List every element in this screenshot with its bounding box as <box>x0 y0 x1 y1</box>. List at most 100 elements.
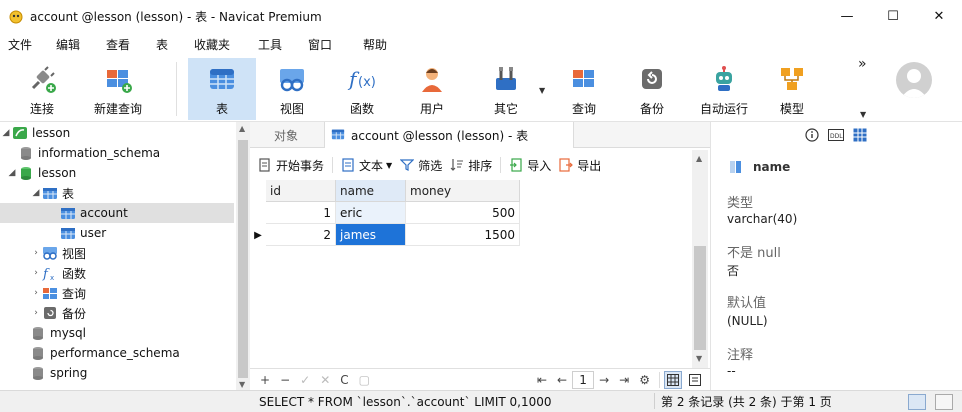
tree-connection-lesson[interactable]: ◢ lesson <box>0 123 234 143</box>
grid-view-icon[interactable] <box>664 370 682 389</box>
tree-db-spring[interactable]: spring <box>0 363 234 383</box>
apply-changes-button[interactable]: ✓ <box>300 373 310 387</box>
backup-button[interactable]: 备份 <box>624 58 680 120</box>
tree-db-mysql[interactable]: mysql <box>0 323 234 343</box>
collapse-icon[interactable]: ◢ <box>30 188 42 198</box>
layout-right-icon[interactable] <box>935 394 953 410</box>
cell-money[interactable]: 500 <box>406 202 520 224</box>
delete-record-button[interactable]: − <box>280 373 290 387</box>
menu-window[interactable]: 窗口 <box>308 36 332 53</box>
query-button[interactable]: 查询 <box>556 58 612 120</box>
tree-group-tables[interactable]: ◢ 表 <box>0 183 234 203</box>
stop-button[interactable]: ▢ <box>359 373 370 387</box>
table-row[interactable]: 1 eric 500 <box>250 202 520 224</box>
avatar[interactable] <box>896 62 932 98</box>
last-page-button[interactable]: ⇥ <box>619 373 629 387</box>
import-button[interactable]: 导入 <box>509 157 551 174</box>
tree-scrollbar[interactable]: ▲ ▼ <box>236 122 250 392</box>
database-icon <box>30 365 46 381</box>
cell-name[interactable]: eric <box>336 202 406 224</box>
expand-icon[interactable]: › <box>30 248 42 258</box>
model-button[interactable]: 模型 <box>764 58 820 120</box>
tree-table-user[interactable]: user <box>0 223 234 243</box>
menu-favorites[interactable]: 收藏夹 <box>194 36 230 53</box>
view-button[interactable]: 视图 <box>264 58 320 120</box>
tree-group-views[interactable]: › 视图 <box>0 243 234 263</box>
other-button[interactable]: 其它 <box>478 58 534 120</box>
user-button[interactable]: 用户 <box>404 58 460 120</box>
function-button[interactable]: f (x) 函数 <box>334 58 390 120</box>
column-header-name[interactable]: name <box>336 180 406 202</box>
grid-header: id name money <box>250 180 520 202</box>
more-tools-button[interactable]: » <box>858 56 867 72</box>
begin-transaction-button[interactable]: 开始事务 <box>258 157 324 174</box>
menu-help[interactable]: 帮助 <box>363 36 387 53</box>
sort-button[interactable]: 排序 <box>450 157 492 174</box>
info-icon[interactable] <box>801 126 823 144</box>
tab-account-table[interactable]: account @lesson (lesson) - 表 <box>324 122 574 148</box>
scroll-down-icon[interactable]: ▼ <box>696 354 702 363</box>
cell-name[interactable]: james <box>336 224 406 246</box>
connect-button[interactable]: 连接 <box>14 58 70 120</box>
tree-db-lesson[interactable]: ◢ lesson <box>0 163 234 183</box>
menu-view[interactable]: 查看 <box>106 36 130 53</box>
grid-scrollbar[interactable]: ▲ ▼ <box>692 150 708 368</box>
new-query-button[interactable]: 新建查询 <box>88 58 148 120</box>
scroll-down-icon[interactable]: ▼ <box>239 380 245 389</box>
menu-tools[interactable]: 工具 <box>258 36 282 53</box>
menu-edit[interactable]: 编辑 <box>56 36 80 53</box>
tree-scroll-thumb[interactable] <box>238 140 248 378</box>
column-header-money[interactable]: money <box>406 180 520 202</box>
collapse-icon[interactable]: ◢ <box>6 168 18 178</box>
backup-icon <box>635 62 669 96</box>
ddl-icon[interactable]: DDL <box>825 126 847 144</box>
current-row-indicator-icon[interactable]: ▶ <box>250 224 266 246</box>
tree-table-account[interactable]: account <box>0 203 234 223</box>
tree-db-information-schema[interactable]: information_schema <box>0 143 234 163</box>
discard-changes-button[interactable]: ✕ <box>320 373 330 387</box>
page-number-input[interactable]: 1 <box>572 370 595 389</box>
scroll-up-icon[interactable]: ▲ <box>696 154 702 163</box>
expand-icon[interactable]: › <box>30 268 42 278</box>
database-icon <box>30 345 46 361</box>
expand-icon[interactable]: › <box>30 288 42 298</box>
more-dropdown-caret[interactable]: ▼ <box>860 110 866 119</box>
expand-icon[interactable]: › <box>30 308 42 318</box>
menu-file[interactable]: 文件 <box>8 36 32 53</box>
cell-id[interactable]: 1 <box>266 202 336 224</box>
layout-left-icon[interactable] <box>908 394 926 410</box>
grid-scroll-thumb[interactable] <box>694 246 706 350</box>
other-dropdown-caret[interactable]: ▼ <box>539 86 545 95</box>
first-page-button[interactable]: ⇤ <box>537 373 547 387</box>
form-view-icon[interactable] <box>686 371 704 389</box>
tree-group-backups[interactable]: › 备份 <box>0 303 234 323</box>
minimize-button[interactable]: — <box>824 0 870 32</box>
column-header-id[interactable]: id <box>266 180 336 202</box>
toolbar-separator <box>176 62 177 116</box>
tree-group-functions[interactable]: › fx 函数 <box>0 263 234 283</box>
tree-db-performance-schema[interactable]: performance_schema <box>0 343 234 363</box>
grid-settings-button[interactable]: ⚙ <box>639 373 650 387</box>
text-button[interactable]: 文本 ▼ <box>341 157 392 174</box>
table-button[interactable]: 表 <box>188 58 256 120</box>
refresh-button[interactable]: C <box>340 373 348 387</box>
row-indicator[interactable] <box>250 202 266 224</box>
cell-id[interactable]: 2 <box>266 224 336 246</box>
menu-table[interactable]: 表 <box>156 36 168 53</box>
close-button[interactable]: ✕ <box>916 0 962 32</box>
auto-run-button[interactable]: 自动运行 <box>694 58 754 120</box>
tree-group-queries[interactable]: › 查询 <box>0 283 234 303</box>
filter-button[interactable]: 筛选 <box>400 157 442 174</box>
maximize-button[interactable]: ☐ <box>870 0 916 32</box>
columns-icon[interactable] <box>849 126 871 144</box>
collapse-icon[interactable]: ◢ <box>0 128 12 138</box>
table-row[interactable]: ▶ 2 james 1500 <box>250 224 520 246</box>
scroll-up-icon[interactable]: ▲ <box>239 124 245 133</box>
export-button[interactable]: 导出 <box>559 157 601 174</box>
tab-objects[interactable]: 对象 <box>274 122 298 148</box>
prev-page-button[interactable]: ← <box>557 373 567 387</box>
next-page-button[interactable]: → <box>599 373 609 387</box>
cell-money[interactable]: 1500 <box>406 224 520 246</box>
svg-text:(x): (x) <box>358 75 376 90</box>
add-record-button[interactable]: + <box>260 373 270 387</box>
